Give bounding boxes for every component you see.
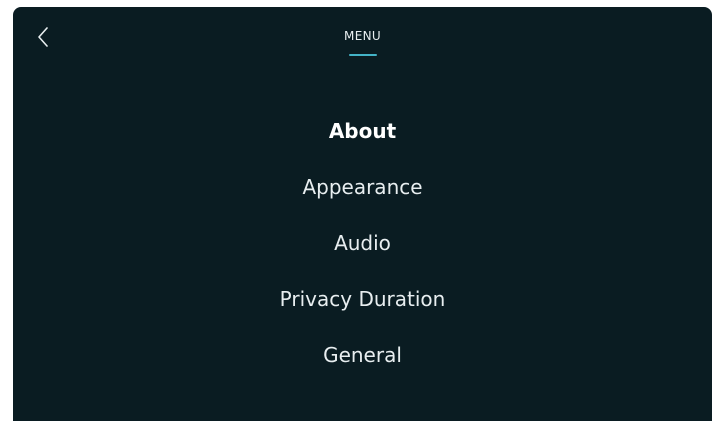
title-underline [348,54,377,56]
menu-item-general[interactable]: General [13,327,712,383]
menu-item-audio[interactable]: Audio [13,215,712,271]
page-title: MENU [344,29,381,43]
header: MENU [13,27,712,56]
menu-panel: MENU About Appearance Audio Privacy Dura… [13,7,712,421]
menu-item-appearance[interactable]: Appearance [13,159,712,215]
menu-item-about[interactable]: About [13,103,712,159]
menu-item-privacy-duration[interactable]: Privacy Duration [13,271,712,327]
menu-list: About Appearance Audio Privacy Duration … [13,103,712,383]
